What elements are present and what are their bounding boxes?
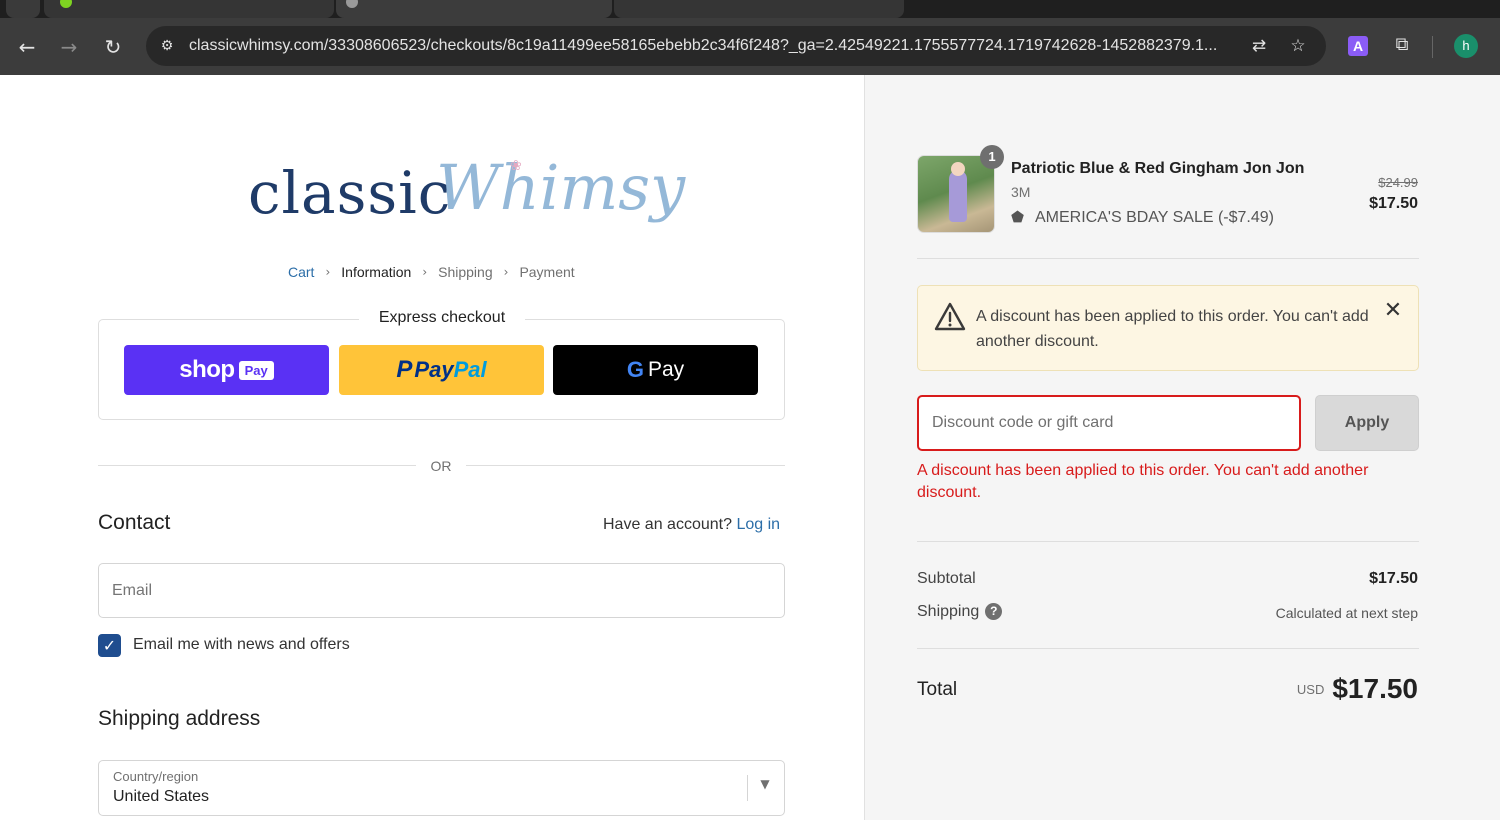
sale-price: $17.50 xyxy=(1369,195,1418,212)
paypal-logo-text-1: Pay xyxy=(414,357,454,382)
checkout-main: classic Whimsy ❀ Cart › Information › Sh… xyxy=(0,75,864,820)
logo-word-classic: classic xyxy=(248,159,452,227)
or-divider-text: OR xyxy=(430,458,452,474)
chevron-right-icon: › xyxy=(503,265,509,279)
breadcrumb: Cart › Information › Shipping › Payment xyxy=(288,262,575,282)
product-image-head xyxy=(951,162,965,176)
paypal-button[interactable]: P Pay Pal xyxy=(339,345,544,395)
product-image-figure xyxy=(949,170,967,222)
original-price: $24.99 xyxy=(1378,175,1418,190)
country-select[interactable]: Country/region United States ▼ xyxy=(98,760,785,816)
login-link[interactable]: Log in xyxy=(736,516,780,533)
summary-divider xyxy=(917,648,1419,649)
store-logo[interactable]: classic Whimsy ❀ xyxy=(246,151,685,243)
chevron-right-icon: › xyxy=(325,265,331,279)
shipping-address-heading: Shipping address xyxy=(98,707,261,730)
breadcrumb-information: Information xyxy=(341,264,412,280)
discount-code-input[interactable] xyxy=(917,395,1301,451)
apply-button[interactable]: Apply xyxy=(1315,395,1419,451)
quantity-badge: 1 xyxy=(980,145,1004,169)
or-divider-right xyxy=(466,465,785,466)
email-field[interactable] xyxy=(98,563,785,618)
browser-tab[interactable] xyxy=(6,0,40,18)
browser-toolbar: ← → ↻ ⚙ classicwhimsy.com/33308606523/ch… xyxy=(0,18,1500,75)
paypal-icon: P xyxy=(396,356,413,383)
site-info-icon[interactable]: ⚙ xyxy=(156,35,178,57)
total-label: Total xyxy=(917,679,958,700)
express-checkout: Express checkout shop Pay P Pay Pal G Pa… xyxy=(98,309,785,420)
translate-icon[interactable]: ⇄ xyxy=(1248,35,1270,57)
total-amount: $17.50 xyxy=(1332,673,1418,704)
breadcrumb-shipping: Shipping xyxy=(438,264,493,280)
tab-favicon-icon xyxy=(346,0,358,8)
subtotal-label: Subtotal xyxy=(917,570,976,587)
bow-icon: ❀ xyxy=(510,157,522,173)
order-summary: 1 Patriotic Blue & Red Gingham Jon Jon 3… xyxy=(864,75,1500,820)
shipping-label: Shipping xyxy=(917,603,980,620)
browser-tab-strip xyxy=(0,0,1500,18)
help-icon[interactable]: ? xyxy=(985,603,1003,621)
summary-divider xyxy=(917,541,1419,542)
profile-avatar[interactable]: h xyxy=(1454,34,1478,58)
product-discount: ⬟ AMERICA'S BDAY SALE (-$7.49) xyxy=(1011,208,1274,227)
shop-pay-badge: Pay xyxy=(238,360,274,380)
summary-divider xyxy=(917,258,1419,259)
breadcrumb-cart[interactable]: Cart xyxy=(288,264,314,280)
discount-error-message: A discount has been applied to this orde… xyxy=(917,462,1369,501)
product-variant: 3M xyxy=(1011,184,1031,200)
product-name: Patriotic Blue & Red Gingham Jon Jon xyxy=(1011,160,1305,177)
reload-icon[interactable]: ↻ xyxy=(101,35,125,59)
discount-notice-text: A discount has been applied to this orde… xyxy=(976,308,1369,350)
subtotal-value: $17.50 xyxy=(1369,570,1418,587)
country-select-value: United States xyxy=(113,788,210,805)
extension-a-icon[interactable]: A xyxy=(1348,36,1368,56)
total-value-box: USD $17.50 xyxy=(1165,673,1418,705)
discount-tag-icon: ⬟ xyxy=(1011,208,1025,226)
country-select-label: Country/region xyxy=(113,769,199,784)
discount-notice: A discount has been applied to this orde… xyxy=(917,285,1419,371)
breadcrumb-payment: Payment xyxy=(519,264,575,280)
warning-icon xyxy=(934,302,966,331)
shop-pay-logo-text: shop xyxy=(179,356,235,383)
chevron-down-icon: ▼ xyxy=(760,777,770,791)
google-g-icon: G xyxy=(626,357,644,382)
back-icon[interactable]: ← xyxy=(15,35,39,59)
shipping-value: Calculated at next step xyxy=(1275,605,1418,621)
have-account-prompt: Have an account? xyxy=(603,516,732,533)
address-bar[interactable]: ⚙ classicwhimsy.com/33308606523/checkout… xyxy=(146,26,1326,66)
logo-word-whimsy: Whimsy xyxy=(436,151,686,224)
paypal-logo-text-2: Pal xyxy=(453,357,487,382)
google-pay-button[interactable]: G Pay xyxy=(553,345,758,395)
have-account-text: Have an account? Log in xyxy=(603,516,780,534)
select-divider xyxy=(747,775,748,801)
express-checkout-title: Express checkout xyxy=(359,309,525,327)
or-divider-left xyxy=(98,465,416,466)
total-currency: USD xyxy=(1296,682,1325,697)
browser-tab[interactable] xyxy=(614,0,904,18)
extensions-puzzle-icon[interactable]: ⧉ xyxy=(1390,33,1414,57)
contact-heading: Contact xyxy=(98,511,171,534)
bookmark-star-icon[interactable]: ☆ xyxy=(1287,35,1309,57)
shipping-label-row: Shipping? xyxy=(917,603,1003,621)
shop-pay-button[interactable]: shop Pay xyxy=(124,345,329,395)
url-text[interactable]: classicwhimsy.com/33308606523/checkouts/… xyxy=(189,37,1244,55)
product-thumbnail xyxy=(917,155,995,233)
forward-icon[interactable]: → xyxy=(57,35,81,59)
product-discount-text: AMERICA'S BDAY SALE (-$7.49) xyxy=(1035,209,1274,226)
browser-tab-active[interactable] xyxy=(336,0,612,18)
close-icon[interactable]: ✕ xyxy=(1382,300,1404,322)
newsletter-checkbox[interactable]: ✓ xyxy=(98,634,121,657)
chevron-right-icon: › xyxy=(422,265,428,279)
tab-favicon-icon xyxy=(60,0,72,8)
browser-tab[interactable] xyxy=(44,0,334,18)
toolbar-divider xyxy=(1432,36,1433,58)
google-pay-text: Pay xyxy=(647,358,685,381)
newsletter-checkbox-label[interactable]: Email me with news and offers xyxy=(133,636,350,654)
